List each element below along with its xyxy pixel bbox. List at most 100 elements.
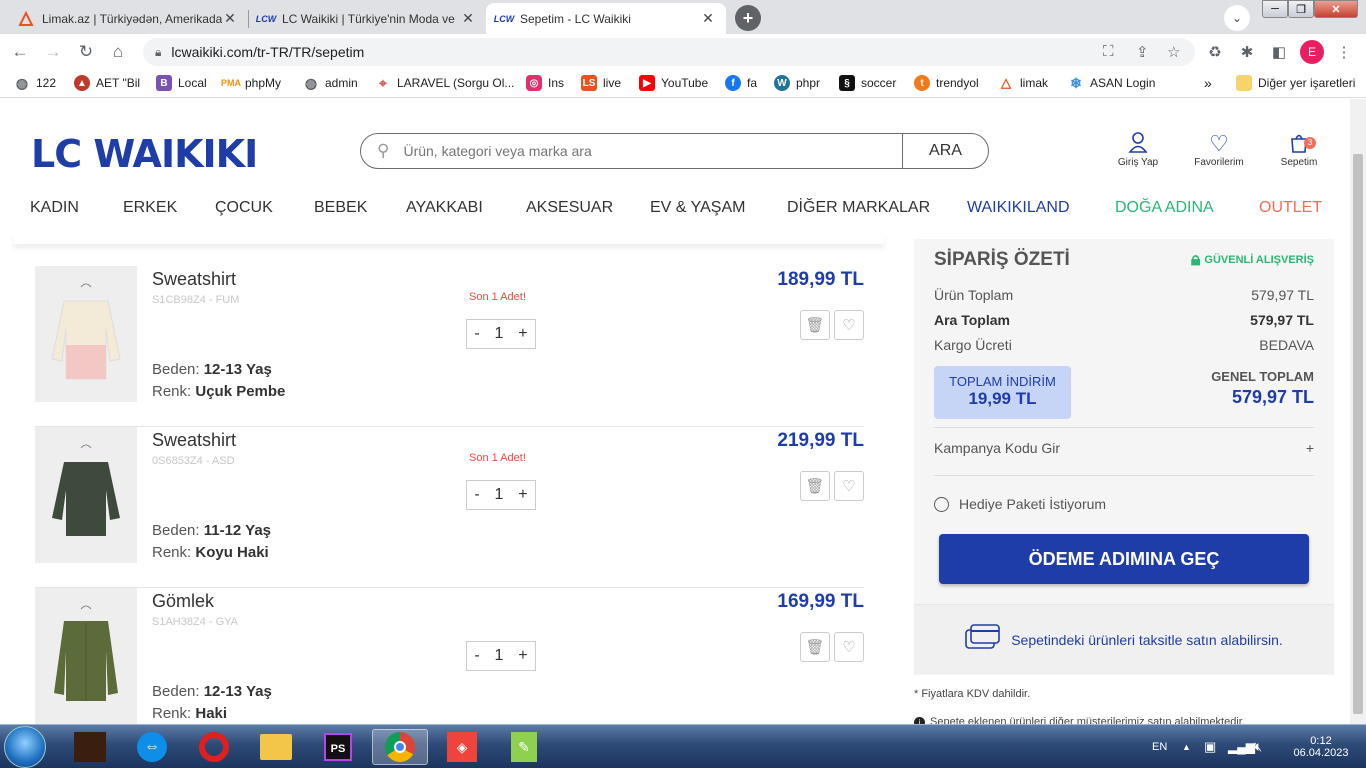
taskbar-app-game[interactable] [62,729,118,765]
tab-limak[interactable]: Limak.az | Türkiyədən, Amerikada ✕ [8,3,248,34]
bookmark-laravel[interactable]: ⌖ LARAVEL (Sorgu Ol... [375,75,514,91]
menu-item-bebek[interactable]: BEBEK [314,199,367,217]
extensions-icon[interactable]: ✱ [1237,42,1257,62]
menu-item-erkek[interactable]: ERKEK [123,199,177,217]
clock[interactable]: 0:12 06.04.2023 [1282,725,1360,768]
menu-item-doga-adina[interactable]: DOĞA ADINA [1115,199,1214,217]
new-tab-button[interactable]: + [735,5,761,31]
language-indicator[interactable]: EN [1152,725,1167,768]
trash-icon[interactable]: 🗑︎ [800,471,830,501]
bookmark-youtube[interactable]: ▶ YouTube [639,75,708,91]
product-name[interactable]: Sweatshirt [152,430,236,451]
campaign-code-toggle[interactable]: Kampanya Kodu Gir + [934,440,1314,456]
increase-button[interactable]: + [518,325,527,343]
decrease-button[interactable]: - [474,486,479,504]
taskbar-app-chrome[interactable] [372,729,428,765]
product-name[interactable]: Gömlek [152,591,214,612]
decrease-button[interactable]: - [474,647,479,665]
menu-item-diger-markalar[interactable]: DİĞER MARKALAR [787,199,930,217]
page-scrollbar[interactable] [1350,99,1366,724]
menu-item-waikikiland[interactable]: WAIKIKILAND [967,199,1070,217]
bookmark-star-icon[interactable]: ☆ [1167,43,1180,61]
menu-item-kadin[interactable]: KADIN [30,199,79,217]
quantity-value[interactable]: 1 [495,486,504,504]
forward-icon[interactable]: → [43,42,63,62]
search-input[interactable] [403,143,884,159]
bookmark-soccer[interactable]: § soccer [839,75,896,91]
lcw-logo[interactable]: LC WAIKIKI [31,132,258,176]
bookmark-122[interactable]: ◍ 122 [14,75,56,91]
trash-icon[interactable]: 🗑︎ [800,310,830,340]
close-tab-icon[interactable]: ✕ [460,10,476,27]
increase-button[interactable]: + [518,486,527,504]
bookmark-admin[interactable]: ◍ admin [303,75,358,91]
taskbar-app-phpstorm[interactable]: PS [310,729,366,765]
device-icon[interactable]: ▣ [1204,725,1216,768]
increase-button[interactable]: + [518,647,527,665]
bookmark-trendyol[interactable]: t trendyol [914,75,979,91]
reload-icon[interactable]: ↻ [76,42,96,62]
close-tab-icon[interactable]: ✕ [700,10,716,27]
translate-icon[interactable]: ⛶ [1103,43,1114,60]
bookmark-asan[interactable]: ❄ ASAN Login [1068,75,1155,91]
bookmark-wordpress[interactable]: Wphpr [774,75,820,91]
khaki-sweatshirt-image[interactable] [35,427,137,563]
bookmark-instagram[interactable]: ◎ Ins [526,75,564,91]
heart-icon[interactable]: ♡ [834,632,864,662]
menu-item-cocuk[interactable]: ÇOCUK [215,199,273,217]
tab-search-icon[interactable]: ⌄ [1224,5,1250,31]
menu-item-ayakkabi[interactable]: AYAKKABI [406,199,483,217]
taskbar-app-editor[interactable]: ✎ [496,729,552,765]
more-bookmarks-button[interactable]: » [1204,75,1212,91]
product-name[interactable]: Sweatshirt [152,269,236,290]
taskbar-app-opera[interactable] [186,729,242,765]
close-tab-icon[interactable]: ✕ [222,10,238,27]
heart-icon[interactable]: ♡ [834,310,864,340]
sidebar-icon[interactable]: ◧ [1269,42,1289,62]
minimize-button[interactable]: ─ [1262,0,1288,18]
maximize-button[interactable]: ❐ [1288,0,1314,18]
url-field[interactable]: 🔒︎ lcwaikiki.com/tr-TR/TR/sepetim ⛶ ⇪ ☆ [143,38,1195,66]
taskbar-app-explorer[interactable] [248,729,304,765]
close-window-button[interactable]: ✕ [1314,0,1358,18]
cart-link[interactable]: 3 Sepetim [1264,131,1334,168]
decrease-button[interactable]: - [474,325,479,343]
bookmark-phpmyadmin[interactable]: PMA phpMy [221,75,281,91]
volume-muted-icon[interactable]: 🔇︎ [1254,725,1262,768]
taskbar-app-teamviewer[interactable]: ⇔ [124,729,180,765]
pink-sweatshirt-image[interactable] [35,266,137,402]
trash-icon[interactable]: 🗑︎ [800,632,830,662]
home-icon[interactable]: ⌂ [108,42,128,62]
quantity-value[interactable]: 1 [495,647,504,665]
bookmark-facebook[interactable]: f fa [725,75,757,91]
bookmark-local[interactable]: B Local [156,75,207,91]
menu-item-outlet[interactable]: OUTLET [1259,199,1322,217]
quantity-value[interactable]: 1 [495,325,504,343]
menu-dots-icon[interactable]: ⋮ [1334,42,1354,62]
network-signal-icon[interactable]: ▂▄▆ [1228,725,1255,768]
menu-item-ev-yasam[interactable]: EV & YAŞAM [650,199,745,217]
scrollbar-thumb[interactable] [1353,154,1363,714]
khaki-shirt-image[interactable] [35,588,137,724]
bookmark-limak[interactable]: △ limak [998,75,1048,91]
profile-avatar[interactable]: E [1300,40,1324,64]
gift-radio[interactable] [934,496,949,512]
share-icon[interactable]: ⇪ [1136,43,1149,61]
login-link[interactable]: Giriş Yap [1103,131,1173,168]
bookmark-live[interactable]: LS live [581,75,621,91]
tab-sepetim[interactable]: LCW Sepetim - LC Waikiki ✕ [486,3,726,34]
bookmark-aet[interactable]: ▲ AET "Bil [74,75,140,91]
other-bookmarks-folder[interactable]: Diğer yer işaretleri [1236,75,1355,91]
gift-package-option[interactable]: Hediye Paketi İstiyorum [934,496,1106,512]
back-icon[interactable]: ← [10,42,30,62]
start-button[interactable] [4,726,46,768]
favorites-link[interactable]: ♡ Favorilerim [1184,131,1254,168]
recycle-icon[interactable]: ♻ [1205,42,1225,62]
installment-banner[interactable]: Sepetindeki ürünleri taksitle satın alab… [914,604,1334,674]
tab-lcw-home[interactable]: LCW LC Waikiki | Türkiye'nin Moda ve ✕ [248,3,486,34]
show-hidden-icons[interactable]: ▲ [1182,725,1191,768]
taskbar-app-anydesk[interactable]: ◈ [434,729,490,765]
menu-item-aksesuar[interactable]: AKSESUAR [526,199,613,217]
search-button[interactable]: ARA [902,134,988,168]
checkout-button[interactable]: ÖDEME ADIMINA GEÇ [939,534,1309,584]
